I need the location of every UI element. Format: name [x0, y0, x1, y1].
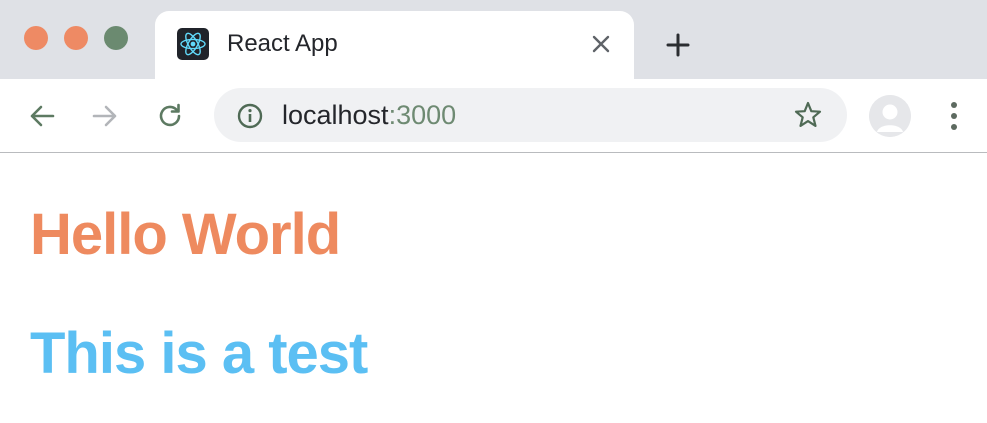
new-tab-button[interactable]: [664, 31, 692, 59]
kebab-menu-icon[interactable]: [944, 99, 964, 133]
reload-button[interactable]: [155, 101, 185, 131]
test-heading: This is a test: [30, 321, 368, 386]
tab-react-app[interactable]: React App: [155, 11, 634, 79]
back-button[interactable]: [27, 101, 57, 131]
plus-icon: [666, 33, 690, 57]
arrow-right-icon: [92, 105, 117, 127]
browser-window: React App localhost:3000 Hello World Thi…: [0, 0, 987, 423]
window-close-button[interactable]: [24, 26, 48, 50]
url-port: :3000: [388, 100, 457, 130]
profile-avatar-icon[interactable]: [869, 95, 911, 137]
page-content: Hello World This is a test: [0, 153, 987, 423]
hello-world-heading: Hello World: [30, 202, 341, 267]
reload-icon: [159, 103, 181, 127]
tab-strip: React App: [0, 0, 987, 79]
site-info-icon[interactable]: [236, 102, 264, 130]
address-bar[interactable]: localhost:3000: [214, 88, 847, 142]
arrow-left-icon: [30, 105, 55, 127]
tab-title: React App: [227, 30, 338, 57]
url-text: localhost:3000: [282, 99, 456, 131]
window-maximize-button[interactable]: [104, 26, 128, 50]
tab-close-icon[interactable]: [589, 32, 613, 56]
react-logo-icon: [177, 28, 209, 60]
browser-toolbar: localhost:3000: [0, 79, 987, 153]
url-host: localhost: [282, 100, 389, 130]
forward-button[interactable]: [90, 101, 120, 131]
bookmark-star-icon[interactable]: [792, 99, 824, 131]
window-minimize-button[interactable]: [64, 26, 88, 50]
